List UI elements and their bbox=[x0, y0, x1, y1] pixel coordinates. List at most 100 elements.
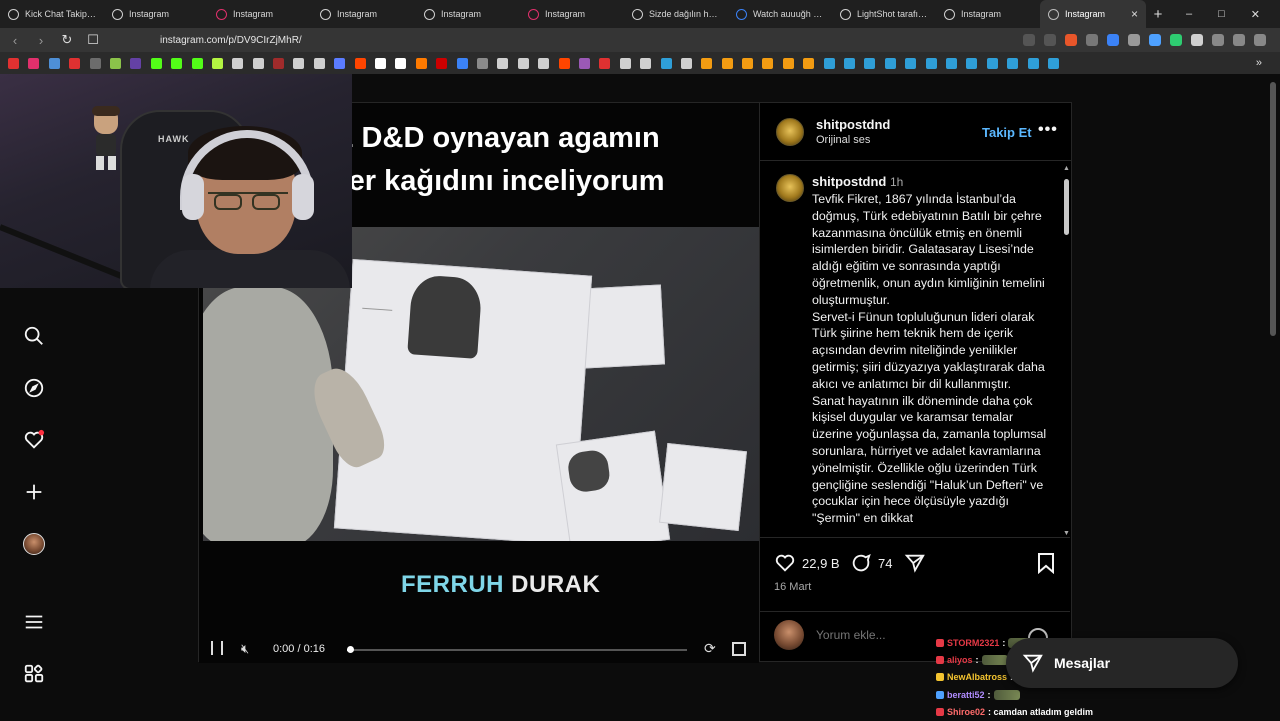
bookmark-favicon-icon[interactable] bbox=[660, 57, 672, 69]
extension-icon[interactable] bbox=[1191, 34, 1203, 46]
maximize-icon[interactable]: □ bbox=[1218, 8, 1225, 21]
bookmark-favicon-icon[interactable] bbox=[130, 57, 142, 69]
caption-username[interactable]: shitpostdnd bbox=[812, 174, 886, 189]
bookmark-favicon-icon[interactable] bbox=[252, 57, 264, 69]
extension-icon[interactable] bbox=[1170, 34, 1182, 46]
bookmark-favicon-icon[interactable] bbox=[150, 57, 162, 69]
bookmark-favicon-icon[interactable] bbox=[1047, 57, 1059, 69]
bookmark-favicon-icon[interactable] bbox=[864, 57, 876, 69]
author-avatar[interactable] bbox=[776, 118, 804, 146]
browser-tab[interactable]: Kick Chat Takip | W bbox=[0, 0, 104, 28]
bookmark-favicon-icon[interactable] bbox=[844, 57, 856, 69]
minimize-icon[interactable]: – bbox=[1186, 8, 1192, 21]
bookmark-favicon-icon[interactable] bbox=[415, 57, 427, 69]
bookmark-favicon-icon[interactable] bbox=[436, 57, 448, 69]
bookmark-favicon-icon[interactable] bbox=[742, 57, 754, 69]
like-count[interactable]: 22,9 B bbox=[802, 556, 840, 571]
bookmark-favicon-icon[interactable] bbox=[721, 57, 733, 69]
zoom-icon[interactable] bbox=[1023, 34, 1035, 46]
bookmark-favicon-icon[interactable] bbox=[578, 57, 590, 69]
bookmark-favicon-icon[interactable] bbox=[945, 57, 957, 69]
back-icon[interactable]: ‹ bbox=[8, 33, 22, 48]
bookmark-favicon-icon[interactable] bbox=[354, 57, 366, 69]
bookmark-favicon-icon[interactable] bbox=[925, 57, 937, 69]
chat-username[interactable]: Shiroe02 bbox=[947, 707, 985, 717]
browser-tab[interactable]: Instagram bbox=[520, 0, 624, 28]
bookmark-favicon-icon[interactable] bbox=[517, 57, 529, 69]
search-icon[interactable] bbox=[22, 324, 46, 348]
close-window-icon[interactable]: ✕ bbox=[1251, 8, 1260, 21]
close-tab-icon[interactable]: × bbox=[1131, 7, 1138, 21]
notifications-heart-icon[interactable] bbox=[22, 428, 46, 452]
sidebar-icon[interactable] bbox=[1233, 34, 1245, 46]
brave-shield-icon[interactable] bbox=[1065, 34, 1077, 46]
bookmark-favicon-icon[interactable] bbox=[456, 57, 468, 69]
messages-button[interactable]: Mesajlar bbox=[1006, 638, 1238, 688]
bookmark-favicon-icon[interactable] bbox=[89, 57, 101, 69]
author-username[interactable]: shitpostdnd bbox=[816, 117, 890, 132]
extension-icon[interactable] bbox=[1128, 34, 1140, 46]
bookmark-favicon-icon[interactable] bbox=[538, 57, 550, 69]
playback-speed-icon[interactable]: ⟳ bbox=[704, 640, 716, 657]
bookmark-favicon-icon[interactable] bbox=[619, 57, 631, 69]
bookmarks-overflow-icon[interactable]: » bbox=[1256, 57, 1280, 69]
browser-tab[interactable]: Instagram bbox=[208, 0, 312, 28]
reload-icon[interactable]: ↻ bbox=[60, 32, 74, 48]
bookmark-favicon-icon[interactable] bbox=[680, 57, 692, 69]
bookmark-favicon-icon[interactable] bbox=[905, 57, 917, 69]
extension-icon[interactable] bbox=[1149, 34, 1161, 46]
bookmark-favicon-icon[interactable] bbox=[823, 57, 835, 69]
bookmark-favicon-icon[interactable] bbox=[69, 57, 81, 69]
browser-tab[interactable]: Instagram bbox=[104, 0, 208, 28]
caption-time[interactable]: 1h bbox=[890, 175, 903, 189]
video-progress-bar[interactable] bbox=[347, 646, 687, 653]
post-date[interactable]: 16 Mart bbox=[774, 581, 811, 593]
bookmark-favicon-icon[interactable] bbox=[171, 57, 183, 69]
audio-label[interactable]: Orijinal ses bbox=[816, 134, 870, 146]
bookmark-favicon-icon[interactable] bbox=[334, 57, 346, 69]
bookmark-favicon-icon[interactable] bbox=[476, 57, 488, 69]
browser-tab[interactable]: Instagram bbox=[936, 0, 1040, 28]
new-tab-button[interactable]: + bbox=[1146, 6, 1170, 23]
bookmark-favicon-icon[interactable] bbox=[293, 57, 305, 69]
bookmark-favicon-icon[interactable] bbox=[395, 57, 407, 69]
browser-tab[interactable]: Instagram bbox=[416, 0, 520, 28]
bookmark-favicon-icon[interactable] bbox=[803, 57, 815, 69]
url-field[interactable]: instagram.com/p/DV9CIrZjMhR/ bbox=[160, 35, 302, 46]
profile-avatar[interactable] bbox=[22, 532, 46, 556]
pause-icon[interactable] bbox=[211, 641, 223, 655]
bookmark-favicon-icon[interactable] bbox=[109, 57, 121, 69]
bookmark-favicon-icon[interactable] bbox=[232, 57, 244, 69]
bookmark-favicon-icon[interactable] bbox=[640, 57, 652, 69]
bookmark-favicon-icon[interactable] bbox=[966, 57, 978, 69]
browser-tab[interactable]: LightShot tarafından bbox=[832, 0, 936, 28]
share-icon[interactable] bbox=[1044, 34, 1056, 46]
scrollbar-thumb[interactable] bbox=[1064, 179, 1069, 235]
bookmark-favicon-icon[interactable] bbox=[191, 57, 203, 69]
bookmark-favicon-icon[interactable] bbox=[782, 57, 794, 69]
bookmark-favicon-icon[interactable] bbox=[313, 57, 325, 69]
bookmark-favicon-icon[interactable] bbox=[375, 57, 387, 69]
extension-icon[interactable] bbox=[1107, 34, 1119, 46]
fullscreen-icon[interactable] bbox=[732, 642, 746, 656]
bookmark-favicon-icon[interactable] bbox=[762, 57, 774, 69]
browser-tab[interactable]: Sizde dağılın hemşe bbox=[624, 0, 728, 28]
muted-speaker-icon[interactable]: 🔇︎ bbox=[241, 641, 249, 657]
forward-icon[interactable]: › bbox=[34, 33, 48, 48]
bookmark-favicon-icon[interactable] bbox=[1007, 57, 1019, 69]
like-heart-icon[interactable] bbox=[774, 552, 796, 574]
chat-username[interactable]: beratti52 bbox=[947, 690, 985, 700]
bookmark-favicon-icon[interactable] bbox=[211, 57, 223, 69]
browser-tab[interactable]: Watch auuuğh | Str bbox=[728, 0, 832, 28]
active-tab[interactable]: Instagram × bbox=[1040, 0, 1146, 28]
chat-username[interactable]: aliyos bbox=[947, 655, 973, 665]
bookmark-favicon-icon[interactable] bbox=[884, 57, 896, 69]
bookmark-favicon-icon[interactable] bbox=[599, 57, 611, 69]
bookmark-favicon-icon[interactable] bbox=[48, 57, 60, 69]
more-options-icon[interactable]: ••• bbox=[1038, 121, 1058, 139]
progress-knob[interactable] bbox=[347, 646, 355, 653]
bookmark-favicon-icon[interactable] bbox=[986, 57, 998, 69]
bookmark-favicon-icon[interactable] bbox=[8, 57, 19, 69]
extension-icon[interactable] bbox=[1086, 34, 1098, 46]
bookmark-favicon-icon[interactable] bbox=[497, 57, 509, 69]
